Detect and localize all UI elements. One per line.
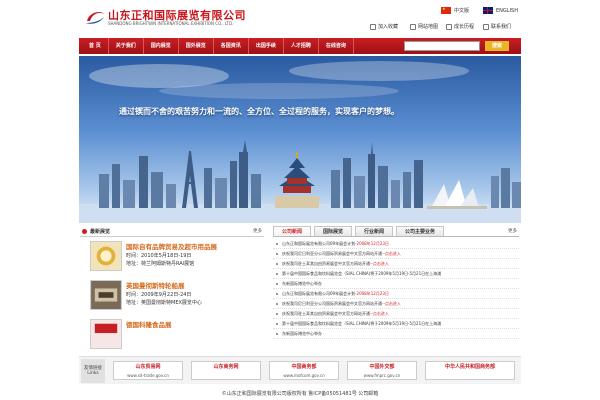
expo-address: 地址：荷兰阿姆斯特丹RAI展馆 [126,261,195,267]
tab-industry-news[interactable]: 行业新闻 [355,226,394,236]
search-button[interactable]: 搜索 [485,41,509,51]
friend-links-bar: 友情链接 Links 山东贸易网 www.sd-trade.gov.cn 山东商务… [79,356,521,384]
contact-icon [483,23,489,30]
link-mofcom[interactable]: 中国商务部 www.mofcom.gov.cn [269,361,339,380]
expo-time: 时间：2010年5月18日-19日 [126,253,192,259]
site-header: 山东正和国际展览有限公司 SHANDONG BRIGHTWIN INTERNAT… [0,0,600,36]
expo-thumbnail[interactable] [90,319,122,349]
nav-exit-procedures[interactable]: 出国手续 [249,38,284,54]
news-item[interactable]: 东新国际博览中心举办 [273,279,519,289]
news-list: 山东正和国际展览有限公司09年展会计划-2008年12月23日 庆祝我司尼日利亚… [273,237,519,339]
expo-thumbnail[interactable] [90,241,122,271]
hero-banner: 通过锲而不舍的艰苦努力和一流的、全方位、全过程的服务，实现客户的梦想。 [79,56,521,223]
friend-links-label: 友情链接 Links [81,359,105,383]
china-flag-icon [441,6,451,14]
latest-expos-header: 最新展览 更多 [80,226,264,237]
tab-company-news[interactable]: 公司新闻 [273,226,312,236]
history-link[interactable]: 成长历程 [446,23,474,30]
news-tabs: 公司新闻 国际展览 行业新闻 公司主要业务 更多 [273,226,519,237]
news-item[interactable]: 庆祝我司尼日利亚分公司国际贸易展会中文官方网站开通--点击进入 [273,299,519,309]
city-skyline-illustration [79,61,521,223]
news-item[interactable]: 东新国际博览中心举办 [273,329,519,339]
expo-name[interactable]: 英国曼彻斯特轮船展 [126,280,185,290]
link-sd-trade[interactable]: 山东贸易网 www.sd-trade.gov.cn [113,361,183,380]
search-input[interactable] [404,41,480,51]
sitemap-icon [410,23,416,30]
tab-main-business[interactable]: 公司主要业务 [396,226,445,236]
link-prc-commerce[interactable]: 中华人民共和国商务部 [425,361,515,380]
expo-address: 地址：英国曼彻斯特MEX展览中心 [126,300,202,306]
news-item[interactable]: 山东正和国际展览有限公司09年展会计划-2008年12月23日 [273,289,519,299]
nav-home[interactable]: 首 页 [79,38,109,54]
history-icon [446,23,452,30]
favorite-icon [370,23,376,30]
company-logo-icon[interactable] [84,8,106,26]
contact-link[interactable]: 联系我们 [483,23,511,30]
uk-flag-icon [483,7,493,14]
expo-time: 时间：2009年9月22日-24日 [126,292,192,298]
expos-more-link[interactable]: 更多 [253,228,262,234]
news-panel: 公司新闻 国际展览 行业新闻 公司主要业务 更多 山东正和国际展览有限公司09年… [273,226,519,356]
news-item[interactable]: 山东正和国际展览有限公司09年展会计划-2008年12月23日 [273,239,519,249]
link-sd-commerce[interactable]: 山东商务网 [191,361,261,380]
expo-item[interactable]: 国际自有品牌贸易及超市用品展 时间：2010年5月18日-19日 地址：荷兰阿姆… [80,237,264,276]
expo-name[interactable]: 国际自有品牌贸易及超市用品展 [126,241,217,251]
footer-copyright: ©山东正和国际展览有限公司版权所有 鲁ICP备05051481号 公司邮箱 [221,391,379,397]
news-item[interactable]: 庆祝我司驻土耳其自由贸易展会中文官方网站开通--点击进入 [273,259,519,269]
company-name-en: SHANDONG BRIGHTWIN INTERNATIONAL EXHIBIT… [108,21,234,26]
expo-thumbnail[interactable] [90,280,122,310]
expo-item[interactable]: 英国曼彻斯特轮船展 时间：2009年9月22日-24日 地址：英国曼彻斯特MEX… [80,276,264,315]
news-more-link[interactable]: 更多 [508,228,517,234]
expo-item[interactable]: 德国科隆食品展 [80,315,264,354]
nav-about[interactable]: 关于我们 [109,38,144,54]
lang-english-link[interactable]: ENGLISH [483,7,518,14]
news-item[interactable]: 第十届中国国际食品和饮料展览会（SIAL CHINA)将于2009年5月19日-… [273,269,519,279]
expo-name[interactable]: 德国科隆食品展 [126,319,172,329]
news-item[interactable]: 庆祝我司驻土耳其自由贸易展会中文官方网站开通--点击进入 [273,309,519,319]
nav-foreign-expo[interactable]: 国外展览 [179,38,214,54]
tab-international-expo[interactable]: 国际展览 [314,226,353,236]
nav-consult[interactable]: 在线咨询 [319,38,354,54]
nav-country-info[interactable]: 各国资讯 [214,38,249,54]
add-favorite-link[interactable]: 加入收藏 [370,23,398,30]
nav-domestic-expo[interactable]: 国内展览 [144,38,179,54]
lang-chinese-link[interactable]: 中文版 [441,6,469,14]
nav-jobs[interactable]: 人才招聘 [284,38,319,54]
latest-expos-panel: 最新展览 更多 国际自有品牌贸易及超市用品展 时间：2010年5月18日-19日… [80,226,264,354]
banner-slogan: 通过锲而不舍的艰苦努力和一流的、全方位、全过程的服务，实现客户的梦想。 [119,106,399,116]
link-fmprc[interactable]: 中国外交部 www.fmprc.gov.cn [347,361,417,380]
news-item[interactable]: 第十届中国国际食品和饮料展览会（SIAL CHINA)将于2009年5月19日-… [273,319,519,329]
sitemap-link[interactable]: 网站地图 [410,23,438,30]
news-item[interactable]: 庆祝我司尼日利亚分公司国际贸易展会中文官方网站开通--点击进入 [273,249,519,259]
section-bullet-icon [82,229,87,234]
latest-expos-title: 最新展览 [90,229,111,235]
